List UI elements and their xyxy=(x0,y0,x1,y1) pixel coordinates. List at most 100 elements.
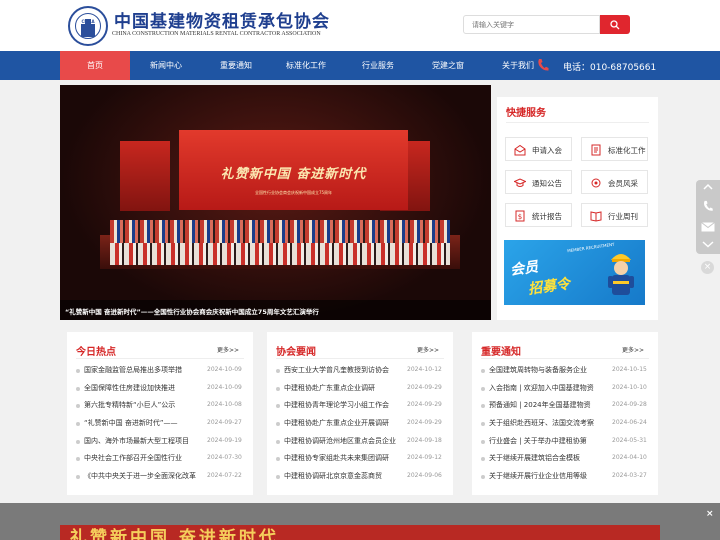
contact-phone: 电话：010-68705661 xyxy=(563,63,657,73)
bullet xyxy=(481,439,485,444)
card-title: 今日热点 xyxy=(76,347,116,358)
item-date: 2024-09-19 xyxy=(207,436,242,444)
item-title[interactable]: 中建租协专家组赴共未来集团调研 xyxy=(284,453,401,463)
list-item[interactable]: 第六批专精特新“小巨人”公示 2024-10-08 xyxy=(67,397,253,415)
item-title[interactable]: “礼赞新中国 奋进新时代”—— xyxy=(84,418,201,428)
phone-icon[interactable] xyxy=(702,200,714,212)
bullet xyxy=(481,475,485,480)
list-item[interactable]: “礼赞新中国 奋进新时代”—— 2024-09-27 xyxy=(67,415,253,433)
hero-banner[interactable]: 礼赞新中国 奋进新时代 全国性行业协会商会庆祝新中国成立75周年 “礼赞新中国 … xyxy=(60,85,491,320)
list-item[interactable]: 中央社会工作部召开全国性行业 2024-07-30 xyxy=(67,450,253,468)
item-title[interactable]: 全国建筑周转物与装备服务企业 xyxy=(489,365,606,375)
more-link[interactable]: 更多>> xyxy=(217,345,239,354)
chevron-up-icon[interactable] xyxy=(703,183,713,191)
main-nav: 首页 新闻中心 重要通知 标准化工作 行业服务 党建之窗 关于我们 电话：010… xyxy=(0,51,720,80)
list-item[interactable]: 中建租协调研沧州地区重点会员企业 2024-09-18 xyxy=(267,433,453,451)
floating-close-button[interactable]: × xyxy=(701,261,714,274)
nav-item-party-building[interactable]: 党建之窗 xyxy=(432,60,464,71)
item-title[interactable]: 中建租协青年理论学习小组工作会 xyxy=(284,400,401,410)
card-title: 重要通知 xyxy=(481,347,521,358)
book-icon xyxy=(590,211,602,222)
item-title[interactable]: 入会指南 | 欢迎加入中国基建物资 xyxy=(489,383,606,393)
mail-icon[interactable] xyxy=(701,222,715,232)
item-title[interactable]: 中建租协赴广东重点企业开展调研 xyxy=(284,418,401,428)
list-item[interactable]: 全国保障性住房建设加快推进 2024-10-09 xyxy=(67,380,253,398)
list-item[interactable]: 预备通知 | 2024年全国基建物资 2024-09-28 xyxy=(472,397,658,415)
banner-caption[interactable]: “礼赞新中国 奋进新时代”——全国性行业协会商会庆祝新中国成立75周年文艺汇演举… xyxy=(65,306,319,316)
search-input[interactable] xyxy=(463,15,600,34)
list-item[interactable]: 行业盛会 | 关于举办中建租协第 2024-05-31 xyxy=(472,433,658,451)
item-title[interactable]: 西安工业大学曾凡奎教授到访协会 xyxy=(284,365,401,375)
site-header: CMRA 中国基建物资租赁承包协会 CHINA CONSTRUCTION MAT… xyxy=(0,0,720,51)
item-title[interactable]: 行业盛会 | 关于举办中建租协第 xyxy=(489,436,606,446)
nav-item-notices[interactable]: 重要通知 xyxy=(220,60,252,71)
item-date: 2024-09-28 xyxy=(612,401,647,409)
chevron-down-icon[interactable] xyxy=(702,240,714,248)
list-item[interactable]: 中建租协专家组赴共未来集团调研 2024-09-12 xyxy=(267,450,453,468)
bullet xyxy=(76,457,80,462)
nav-item-industry-service[interactable]: 行业服务 xyxy=(362,60,394,71)
apply-membership-button[interactable]: 申请入会 xyxy=(505,137,572,161)
nav-item-about[interactable]: 关于我们 xyxy=(502,60,534,71)
list-item[interactable]: 关于继续开展行业企业信用等级 2024-03-27 xyxy=(472,468,658,486)
bullet xyxy=(76,404,80,409)
list-item[interactable]: 中建租协赴广东重点企业调研 2024-09-29 xyxy=(267,380,453,398)
item-title[interactable]: 关于继续开展行业企业信用等级 xyxy=(489,471,606,481)
item-title[interactable]: 中建租协调研北京京意金蕊商贸 xyxy=(284,471,401,481)
standardization-button[interactable]: 标准化工作 xyxy=(581,137,648,161)
item-date: 2024-06-24 xyxy=(612,419,647,427)
card-title: 协会要闻 xyxy=(276,347,316,358)
bottom-ad-banner[interactable]: 礼赞新中国 奋进新时代 xyxy=(60,525,660,540)
bullet xyxy=(481,369,485,373)
item-title[interactable]: 全国保障性住房建设加快推进 xyxy=(84,383,201,393)
bullet xyxy=(481,457,485,462)
list-item[interactable]: 中建租协调研北京京意金蕊商贸 2024-09-06 xyxy=(267,468,453,486)
association-logo[interactable]: CMRA xyxy=(68,6,108,46)
item-date: 2024-10-10 xyxy=(612,383,647,391)
news-list: 国家金融监管总局推出多项举措 2024-10-09 全国保障性住房建设加快推进 20… xyxy=(67,362,253,486)
member-showcase-label: 会员风采 xyxy=(608,179,638,188)
list-item[interactable]: 中建租协青年理论学习小组工作会 2024-09-29 xyxy=(267,397,453,415)
member-recruitment-banner[interactable]: MEMBER RECRUITMENT 会员 招募令 xyxy=(504,240,645,305)
nav-item-home[interactable]: 首页 xyxy=(87,60,103,71)
list-item[interactable]: 西安工业大学曾凡奎教授到访协会 2024-10-12 xyxy=(267,362,453,380)
notices-button[interactable]: 通知公告 xyxy=(505,170,572,194)
search-button[interactable] xyxy=(600,15,630,34)
item-title[interactable]: 《中共中央关于进一步全面深化改革 xyxy=(84,471,201,481)
divider xyxy=(76,358,244,359)
item-title[interactable]: 关于组织赴西班牙、法国交流考察 xyxy=(489,418,606,428)
item-title[interactable]: 第六批专精特新“小巨人”公示 xyxy=(84,400,201,410)
item-title[interactable]: 中央社会工作部召开全国性行业 xyxy=(84,453,201,463)
more-link[interactable]: 更多>> xyxy=(622,345,644,354)
item-title[interactable]: 中建租协调研沧州地区重点会员企业 xyxy=(284,436,401,446)
bullet xyxy=(276,457,280,462)
list-item[interactable]: 关于继续开展建筑铝合金模板 2024-04-10 xyxy=(472,450,658,468)
industry-weekly-button[interactable]: 行业周刊 xyxy=(581,203,648,227)
nav-item-standardization[interactable]: 标准化工作 xyxy=(286,60,326,71)
list-item[interactable]: 全国建筑周转物与装备服务企业 2024-10-15 xyxy=(472,362,658,380)
bullet xyxy=(76,439,80,444)
bottom-ad-close-button[interactable]: × xyxy=(706,509,714,519)
side-screen-left xyxy=(120,141,170,211)
list-item[interactable]: 入会指南 | 欢迎加入中国基建物资 2024-10-10 xyxy=(472,380,658,398)
site-title[interactable]: 中国基建物资租赁承包协会 xyxy=(114,7,330,32)
item-date: 2024-09-29 xyxy=(407,383,442,391)
item-title[interactable]: 国内、海外市场最新大型工程项目 xyxy=(84,436,201,446)
list-item[interactable]: 中建租协赴广东重点企业开展调研 2024-09-29 xyxy=(267,415,453,433)
bullet xyxy=(276,386,280,391)
list-item[interactable]: 关于组织赴西班牙、法国交流考察 2024-06-24 xyxy=(472,415,658,433)
item-title[interactable]: 关于继续开展建筑铝合金模板 xyxy=(489,453,606,463)
more-link[interactable]: 更多>> xyxy=(417,345,439,354)
nav-item-news[interactable]: 新闻中心 xyxy=(150,60,182,71)
item-title[interactable]: 国家金融监管总局推出多项举措 xyxy=(84,365,201,375)
item-date: 2024-10-09 xyxy=(207,383,242,391)
statistics-report-button[interactable]: $ 统计报告 xyxy=(505,203,572,227)
item-title[interactable]: 预备通知 | 2024年全国基建物资 xyxy=(489,400,606,410)
item-title[interactable]: 中建租协赴广东重点企业调研 xyxy=(284,383,401,393)
list-item[interactable]: 《中共中央关于进一步全面深化改革 2024-07-22 xyxy=(67,468,253,486)
member-showcase-button[interactable]: 会员风采 xyxy=(581,170,648,194)
list-item[interactable]: 国内、海外市场最新大型工程项目 2024-09-19 xyxy=(67,433,253,451)
list-item[interactable]: 国家金融监管总局推出多项举措 2024-10-09 xyxy=(67,362,253,380)
document-icon xyxy=(591,144,601,156)
hot-topics-card: 今日热点 更多>> 国家金融监管总局推出多项举措 2024-10-09 全国保障性… xyxy=(67,332,253,495)
